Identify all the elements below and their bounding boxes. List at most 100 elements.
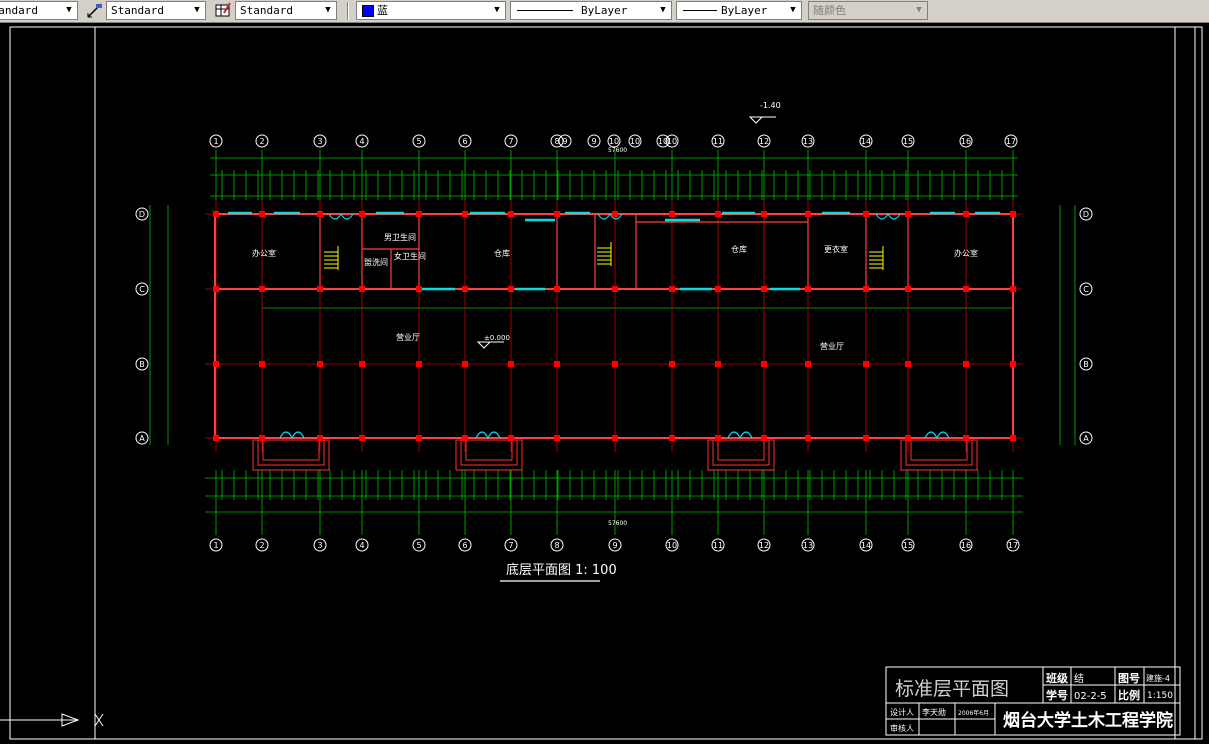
room-label: 仓库: [494, 248, 510, 258]
designer-value: 李天勋: [922, 707, 946, 717]
axis-bubble-label: 17: [1006, 137, 1016, 146]
column: [715, 286, 721, 292]
column: [317, 435, 323, 441]
chevron-down-icon: ▼: [494, 5, 500, 15]
column: [462, 361, 468, 367]
text-style-dropdown[interactable]: Standard ▼: [0, 1, 78, 20]
table-style-value: Standard: [240, 4, 293, 17]
school-name: 烟台大学土木工程学院: [1003, 710, 1173, 731]
axis-bubble: 16: [959, 134, 973, 148]
column: [963, 211, 969, 217]
column: [359, 361, 365, 367]
axis-bubble: 15: [901, 538, 915, 552]
lineweight-sample-icon: [683, 10, 717, 11]
column: [359, 286, 365, 292]
axis-bubble-label: B: [1083, 360, 1089, 369]
axis-bubble: 17: [1004, 134, 1018, 148]
column: [963, 435, 969, 441]
axis-bubble: 14: [859, 134, 873, 148]
column: [259, 361, 265, 367]
column: [963, 361, 969, 367]
drawing-canvas[interactable]: 1 2 3 4 5 6 7 8 9 9 10 10 1010 11 12 13 14 15 16 17 1234567…: [0, 23, 1209, 744]
linetype-sample-icon: [517, 10, 573, 11]
color-dropdown[interactable]: 蓝 ▼: [356, 1, 506, 20]
column: [612, 286, 618, 292]
title-block-text: 标准层平面图 班级 结 学号 02-2-5 图号 建施-4 比例 1:150 设…: [890, 671, 1173, 733]
axis-bubble: 13: [801, 134, 815, 148]
axis-bubble: 4: [355, 538, 369, 552]
axis-bubble-label: 7: [508, 541, 513, 550]
column: [863, 286, 869, 292]
chevron-down-icon: ▼: [325, 5, 331, 15]
column: [905, 435, 911, 441]
dimension-style-dropdown[interactable]: Standard ▼: [106, 1, 206, 20]
room-label: 营业厅: [396, 332, 420, 342]
axis-bubble: A: [135, 431, 149, 445]
ucs-icon: [0, 713, 104, 727]
axis-bubble: 10: [628, 134, 642, 148]
room-label: 营业厅: [820, 341, 844, 351]
axis-bubble-label: 9: [562, 137, 567, 146]
column: [715, 435, 721, 441]
room-label: 办公室: [954, 248, 978, 258]
axis-bubble-label: 10: [667, 541, 677, 550]
linetype-dropdown[interactable]: ByLayer ▼: [510, 1, 672, 20]
axis-bubble-label: 11: [713, 541, 723, 550]
plot-style-dropdown[interactable]: 随颜色 ▼: [808, 1, 928, 20]
axis-bubbles-top: 1 2 3 4 5 6 7 8 9 9 10 10 1010 11 12 13 14 15 16 17: [209, 134, 1018, 148]
axis-bubble: 14: [859, 538, 873, 552]
axis-bubble: 11: [711, 134, 725, 148]
axis-bubble: C: [1079, 282, 1093, 296]
drawing-title: 底层平面图 1: 100: [506, 562, 617, 578]
chevron-down-icon: ▼: [660, 5, 666, 15]
axis-bubble: 3: [313, 538, 327, 552]
column: [416, 286, 422, 292]
axis-bubbles-bottom: 1 2 3 4 5 6 7 8 9 10 11 12 13 14 15 16 17: [209, 538, 1020, 552]
column: [259, 435, 265, 441]
room-label: 女卫生间: [394, 251, 426, 261]
axis-bubble-label: 3: [317, 541, 322, 550]
axis-bubble-label: 4: [359, 137, 364, 146]
sheet-value: 建施-4: [1146, 673, 1170, 683]
axis-bubble: 7: [504, 134, 518, 148]
column: [259, 286, 265, 292]
axis-bubble-label: 1: [213, 541, 218, 550]
axis-bubble: A: [1079, 431, 1093, 445]
axis-bubble-label: 16: [961, 541, 971, 550]
column: [317, 211, 323, 217]
dimension-lines: [149, 150, 1076, 535]
axis-bubbles-side: D D C C B B A A: [135, 207, 1093, 445]
column: [213, 286, 219, 292]
column: [554, 435, 560, 441]
axis-bubble: 15: [901, 134, 915, 148]
outer-walls: [214, 213, 1014, 439]
axis-bubble-label: 1: [213, 137, 218, 146]
axis-bubble-label: 2: [259, 137, 264, 146]
reviewer-label: 审核人: [890, 723, 914, 733]
axis-bubble: 10: [665, 538, 679, 552]
level-top-label: -1.40: [760, 101, 781, 110]
properties-toolbar: Standard ▼ Standard ▼ Standard ▼ 蓝 ▼ ByL…: [0, 0, 1209, 23]
date-value: 2006年6月: [958, 709, 989, 717]
lineweight-dropdown[interactable]: ByLayer ▼: [676, 1, 802, 20]
axis-bubble-label: C: [1083, 285, 1089, 294]
axis-bubble-label: 16: [961, 137, 971, 146]
table-style-dropdown[interactable]: Standard ▼: [235, 1, 337, 20]
id-value: 02-2-5: [1074, 691, 1107, 702]
column: [1010, 211, 1016, 217]
axis-bubble-label: 10: [609, 137, 619, 146]
room-label: 男卫生间: [384, 232, 416, 242]
column: [554, 361, 560, 367]
axis-bubble-label: 13: [803, 137, 813, 146]
column: [317, 286, 323, 292]
column: [359, 211, 365, 217]
axis-bubble: 9: [608, 538, 622, 552]
column: [508, 286, 514, 292]
column: [805, 435, 811, 441]
dimension-style-value: Standard: [111, 4, 164, 17]
axis-bubble: 11: [711, 538, 725, 552]
axis-bubble: D: [1079, 207, 1093, 221]
chevron-down-icon: ▼: [194, 5, 200, 15]
axis-bubble: 10: [607, 134, 621, 148]
column: [462, 286, 468, 292]
